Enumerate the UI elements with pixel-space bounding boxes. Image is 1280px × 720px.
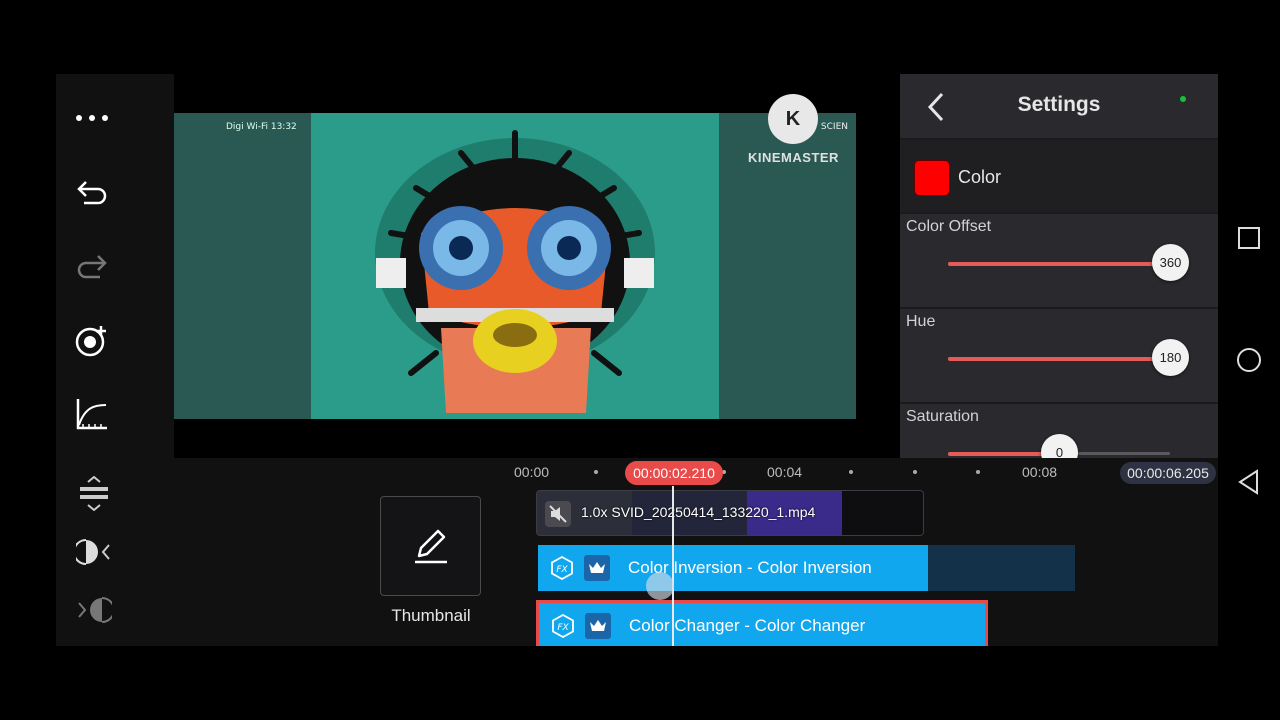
video-clip-name: 1.0x SVID_20250414_133220_1.mp4 (581, 504, 816, 520)
ruler-time-4s: 00:04 (767, 464, 803, 480)
audio-in-icon[interactable] (74, 532, 114, 572)
back-icon[interactable] (1234, 467, 1264, 497)
slider-track[interactable]: 360 (948, 244, 1189, 281)
timeline-panel: Thumbnail 00:00 00:04 00:08 00:00:02.210… (56, 458, 1218, 646)
frame-center-panel (311, 113, 719, 419)
video-preview[interactable]: Digi Wi-Fi 13:32 SCIEN K KINEMASTER (174, 74, 856, 458)
audio-out-icon[interactable] (74, 590, 114, 630)
svg-text:FX: FX (556, 565, 568, 575)
slider-track[interactable]: 180 (948, 339, 1189, 376)
settings-panel: Settings Color Color Offset 360 Hue 180 … (900, 74, 1218, 458)
kinemaster-watermark: K KINEMASTER (748, 94, 838, 165)
undo-icon[interactable] (72, 172, 112, 212)
slider-knob[interactable]: 180 (1152, 339, 1189, 376)
slider-track[interactable]: 0 (948, 434, 1170, 458)
character-face-image (375, 130, 655, 413)
more-icon[interactable] (72, 98, 112, 138)
system-nav-bar (1218, 74, 1280, 646)
thumbnail-button[interactable] (380, 496, 481, 596)
slider-knob[interactable]: 360 (1152, 244, 1189, 281)
clip-thumb-frame (842, 491, 923, 535)
color-label: Color (958, 167, 1002, 187)
overlay-wifi-text: Digi Wi-Fi 13:32 (226, 122, 297, 132)
ruler-time-start: 00:00 (514, 464, 550, 480)
slider-fill (948, 262, 1170, 266)
logo-text: KINEMASTER (748, 150, 839, 165)
fx-icon: FX (551, 556, 573, 580)
frame-left-panel (174, 113, 311, 419)
end-time-badge: 00:00:06.205 (1120, 462, 1216, 484)
capture-icon[interactable] (72, 320, 112, 360)
ruler-dot (976, 470, 980, 474)
pencil-icon (414, 529, 447, 564)
timeline-tools (56, 458, 174, 646)
video-clip[interactable]: 1.0x SVID_20250414_133220_1.mp4 (536, 490, 924, 536)
color-picker-row[interactable]: Color (900, 138, 1218, 212)
status-dot (1180, 96, 1186, 102)
slider-label: Saturation (906, 408, 979, 425)
settings-title: Settings (1017, 93, 1101, 116)
slider-label: Color Offset (906, 218, 992, 235)
slider-label: Hue (906, 313, 936, 330)
slider-hue: Hue 180 (900, 307, 1218, 402)
slider-knob[interactable]: 0 (1041, 434, 1078, 458)
crown-icon (585, 613, 611, 639)
slider-saturation: Saturation 0 (900, 402, 1218, 458)
effect-clip-color-changer[interactable]: FX Color Changer - Color Changer (536, 600, 988, 646)
expand-tracks-icon[interactable] (74, 474, 114, 514)
recents-icon[interactable] (1234, 223, 1264, 253)
effect-clip-color-inversion[interactable]: FX Color Inversion - Color Inversion (538, 545, 928, 591)
mute-icon[interactable] (545, 501, 571, 527)
fx-icon: FX (552, 614, 574, 638)
ruler-time-8s: 00:08 (1022, 464, 1058, 480)
logo-letter: K (785, 107, 801, 130)
playhead-line[interactable] (672, 486, 674, 646)
left-toolbar (56, 74, 174, 458)
ruler-dot (594, 470, 598, 474)
svg-text:FX: FX (557, 623, 569, 633)
home-icon[interactable] (1234, 345, 1264, 375)
curve-icon[interactable] (72, 394, 112, 434)
playhead-time-badge[interactable]: 00:00:02.210 (625, 461, 723, 485)
color-swatch[interactable] (914, 160, 950, 196)
settings-header: Settings (900, 74, 1218, 138)
effect-clip-name: Color Changer - Color Changer (629, 616, 866, 635)
kinemaster-logo-icon: K (768, 94, 818, 144)
touch-indicator (646, 572, 674, 600)
crown-icon (584, 555, 610, 581)
effect-clip-tail (928, 545, 1075, 591)
redo-icon[interactable] (72, 246, 112, 286)
slider-color-offset: Color Offset 360 (900, 212, 1218, 307)
ruler-dot (913, 470, 917, 474)
ruler-dot (849, 470, 853, 474)
slider-fill (948, 357, 1170, 361)
thumbnail-label: Thumbnail (391, 606, 471, 625)
